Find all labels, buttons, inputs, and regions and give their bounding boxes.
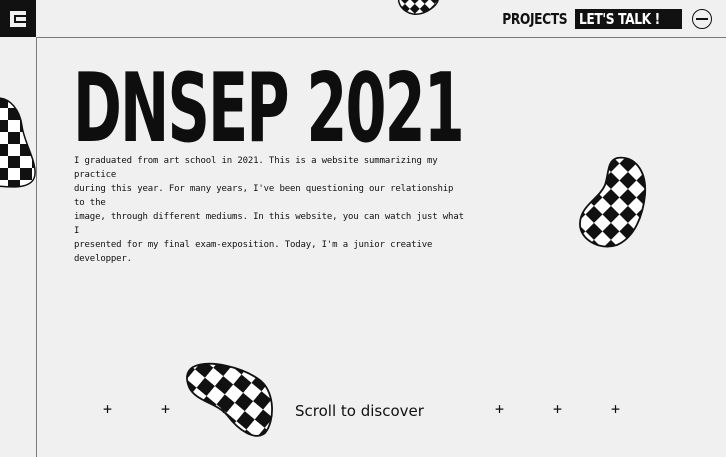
lets-talk-button[interactable]: LET'S TALK ! <box>575 9 682 29</box>
page-title: DNSEP 2021 <box>73 54 465 164</box>
plus-icon: + <box>161 400 171 418</box>
plus-icon: + <box>495 400 505 418</box>
logo[interactable] <box>0 0 36 37</box>
plus-icon: + <box>611 400 621 418</box>
intro-line: image, through different mediums. In thi… <box>74 212 464 236</box>
checker-blob-top-icon <box>397 0 439 15</box>
lets-talk-label: LET'S TALK ! <box>579 10 661 28</box>
header-divider <box>36 37 726 38</box>
menu-minus-icon[interactable] <box>692 9 712 29</box>
plus-icon: + <box>553 400 563 418</box>
intro-paragraph: I graduated from art school in 2021. Thi… <box>74 154 464 266</box>
intro-line: presented for my final exam-exposition. … <box>74 240 433 264</box>
top-nav: PROJECTS LET'S TALK ! <box>488 9 712 29</box>
checker-blob-right-icon <box>579 156 646 248</box>
intro-line: I graduated from art school in 2021. Thi… <box>74 156 438 180</box>
scroll-indicator[interactable]: + + + Scroll to discover + + + <box>0 400 726 424</box>
logo-mark-icon <box>10 10 26 27</box>
plus-icon: + <box>219 400 229 418</box>
scroll-label: Scroll to discover <box>295 402 424 420</box>
checker-blob-left-icon <box>0 97 36 188</box>
nav-projects-link[interactable]: PROJECTS <box>503 10 568 28</box>
intro-line: during this year. For many years, I've b… <box>74 184 454 208</box>
plus-icon: + <box>103 400 113 418</box>
